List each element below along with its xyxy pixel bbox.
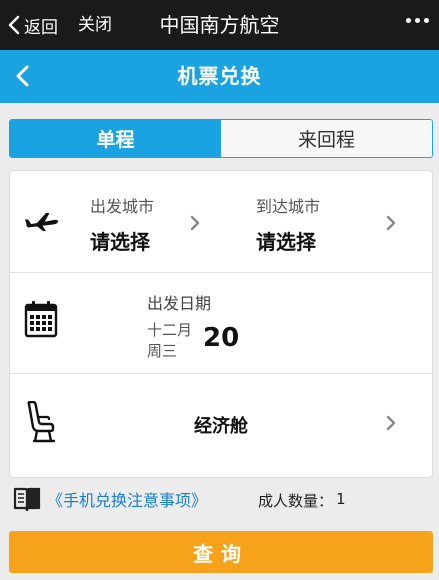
- adult-count[interactable]: 成人数量： 1: [258, 490, 346, 511]
- chevron-left-icon: [8, 15, 20, 35]
- book-icon: [13, 487, 41, 512]
- chevron-right-icon[interactable]: [386, 215, 396, 231]
- wechat-page-title: 中国南方航空: [159, 13, 280, 37]
- chevron-right-icon[interactable]: [386, 415, 396, 431]
- airplane-icon: [25, 213, 59, 231]
- date-day[interactable]: 20: [203, 323, 239, 353]
- wechat-back-label: 返回: [24, 17, 58, 38]
- date-row[interactable]: 出发日期 十二月 周三 20: [10, 272, 432, 373]
- booking-form-card: 出发城市 请选择 到达城市 请选择 出发日期 十二月 周三 20 经济舱: [9, 170, 433, 478]
- app-header: 机票兑换: [0, 50, 439, 103]
- arrival-city-field[interactable]: 到达城市 请选择: [256, 193, 320, 255]
- more-dots-icon[interactable]: [406, 18, 429, 23]
- departure-city-label: 出发城市: [90, 197, 155, 216]
- departure-city-field[interactable]: 出发城市 请选择: [90, 193, 154, 255]
- trip-type-tabs: 单程 来回程: [9, 119, 433, 158]
- route-row: 出发城市 请选择 到达城市 请选择: [10, 171, 432, 272]
- wechat-close-button[interactable]: 关闭: [78, 12, 112, 38]
- page-title: 机票兑换: [177, 64, 262, 88]
- query-button[interactable]: 查询: [9, 531, 433, 573]
- wechat-back-button[interactable]: 返回: [8, 12, 58, 38]
- cabin-row[interactable]: 经济舱: [10, 373, 432, 479]
- arrival-city-value[interactable]: 请选择: [256, 226, 320, 255]
- wechat-nav-bar: 返回 关闭 中国南方航空: [0, 0, 439, 50]
- cabin-class-value[interactable]: 经济舱: [10, 412, 432, 438]
- chevron-left-icon: [16, 65, 29, 87]
- adult-count-label: 成人数量：: [258, 492, 334, 510]
- arrival-city-label: 到达城市: [256, 197, 321, 216]
- tab-one-way[interactable]: 单程: [10, 120, 221, 157]
- exchange-notes-link[interactable]: 《手机兑换注意事项》: [47, 487, 207, 511]
- adult-count-value[interactable]: 1: [336, 490, 346, 511]
- notes-row: 《手机兑换注意事项》: [13, 484, 207, 514]
- date-month: 十二月: [147, 321, 193, 339]
- departure-date-label: 出发日期: [147, 294, 212, 313]
- date-weekday: 周三: [147, 342, 178, 360]
- app-back-button[interactable]: [8, 62, 36, 90]
- departure-city-value[interactable]: 请选择: [90, 226, 154, 255]
- tab-round-trip[interactable]: 来回程: [221, 120, 432, 157]
- calendar-icon: [24, 301, 58, 338]
- chevron-right-icon[interactable]: [190, 215, 200, 231]
